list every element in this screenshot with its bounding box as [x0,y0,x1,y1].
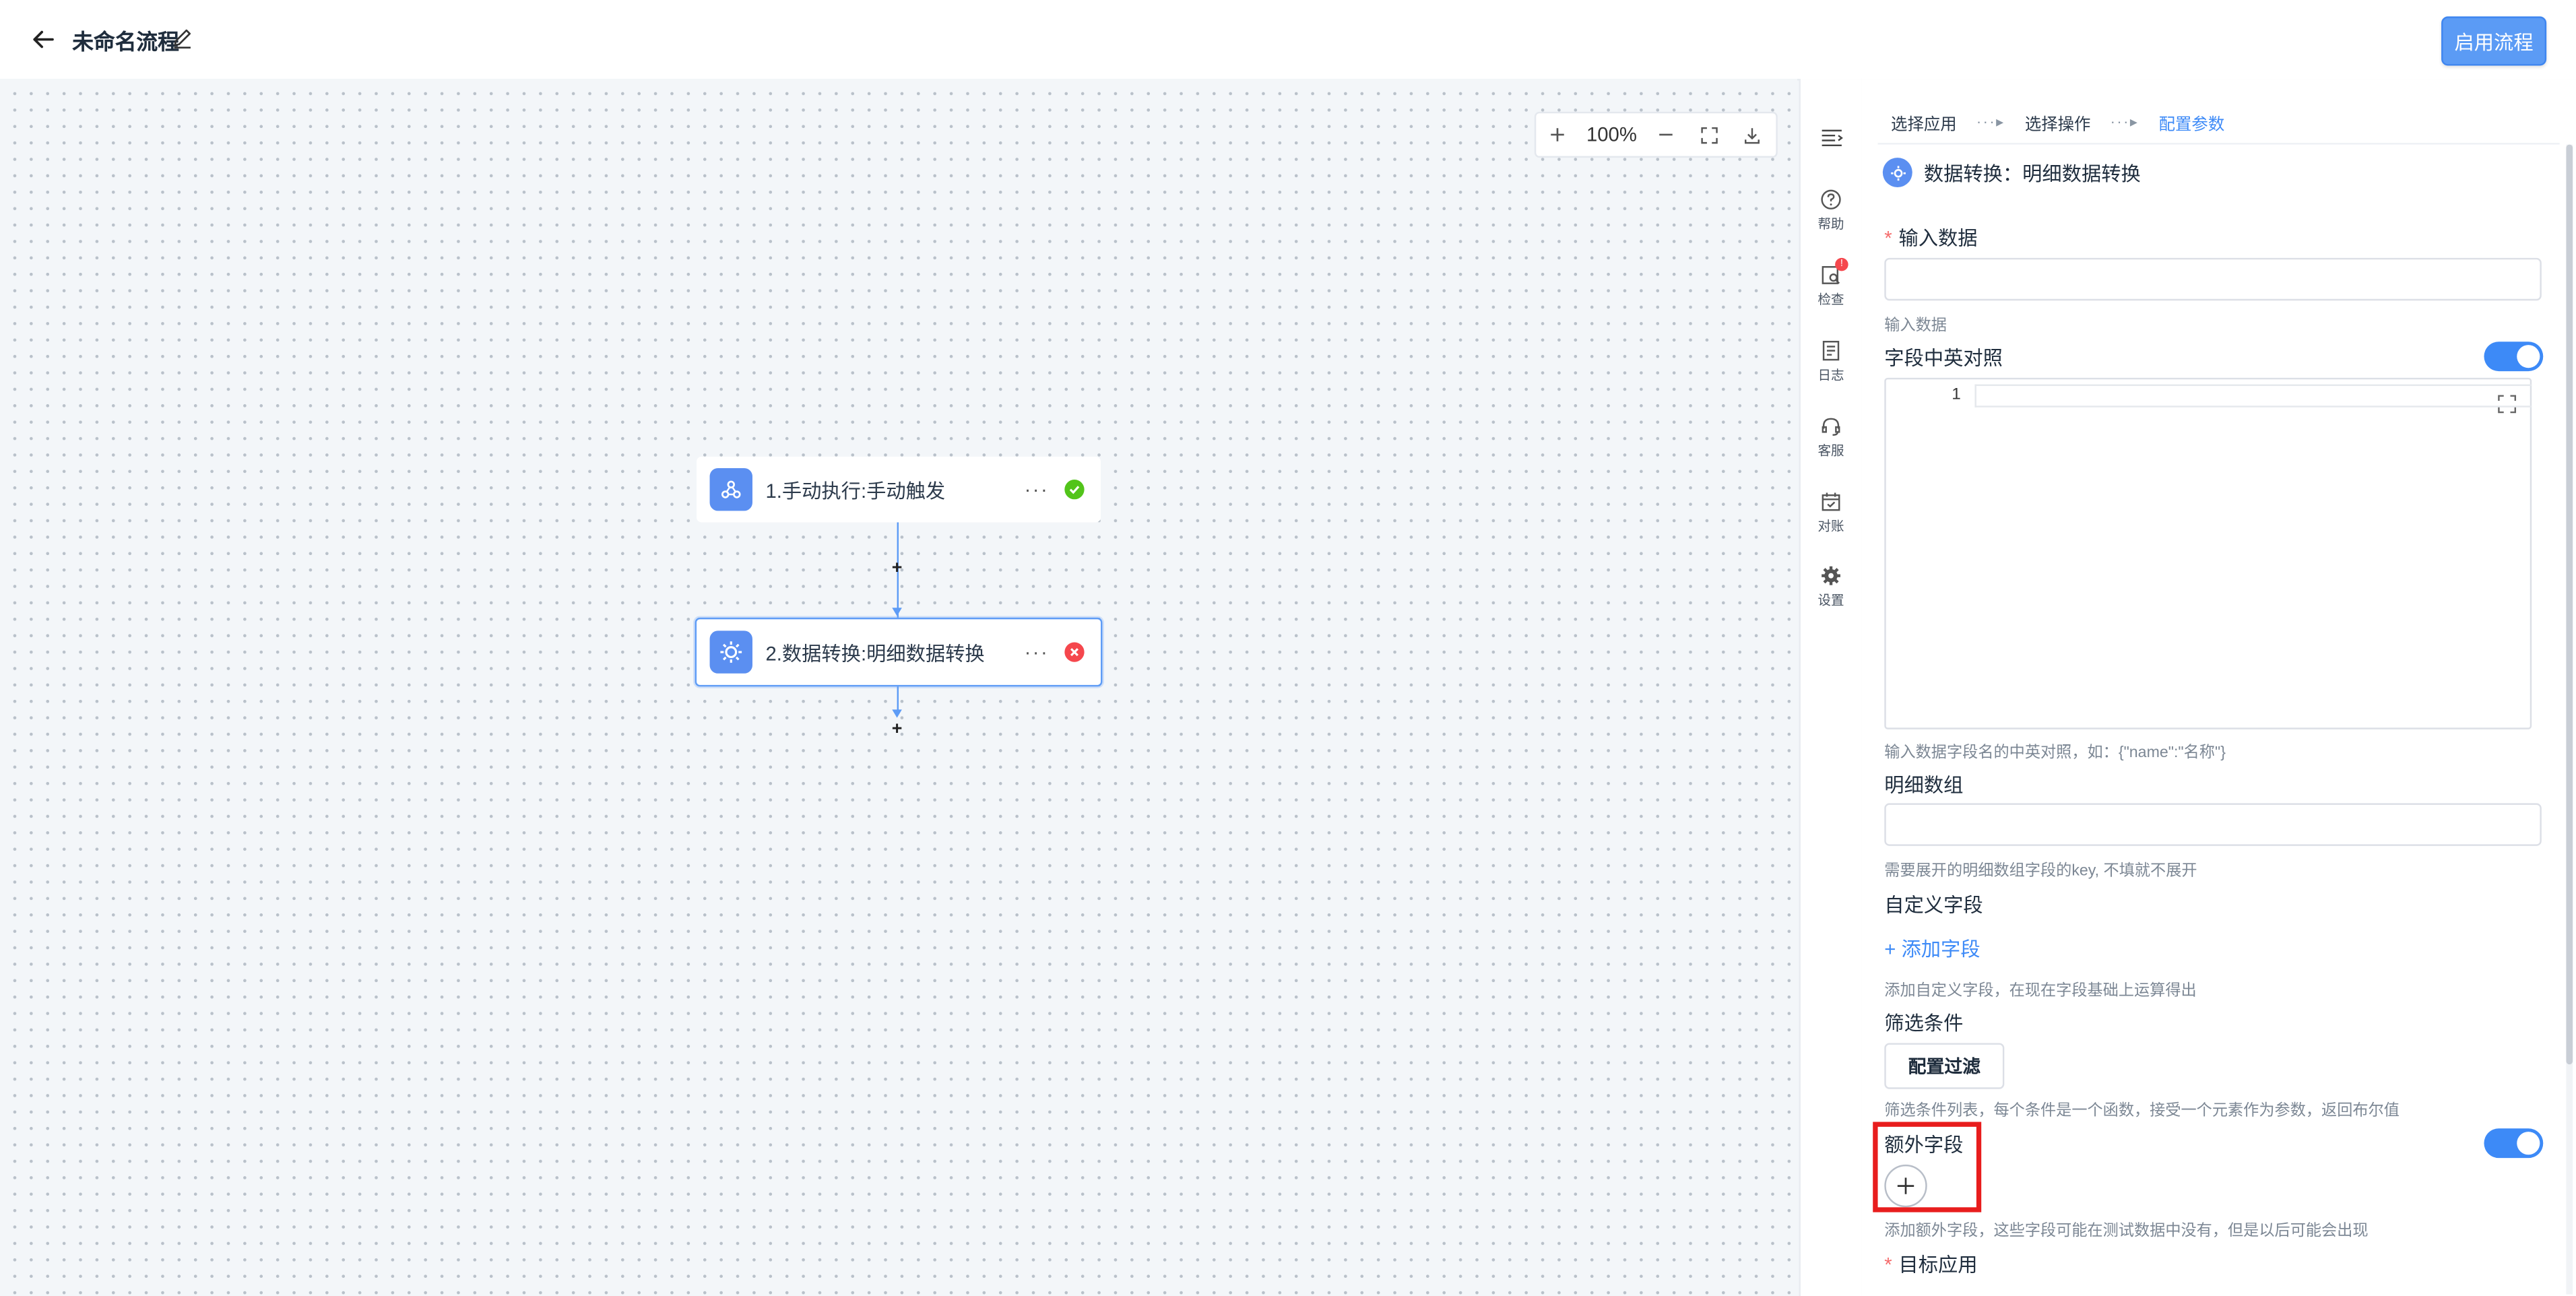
app-root: 未命名流程 启用流程 100% 1.手动执行:手动触发 ··· + 2.数据转换… [0,0,2576,1296]
top-header: 未命名流程 启用流程 [0,0,2576,79]
side-toolbar: 帮助 ! 检查 日志 客服 对账 设置 [1799,79,1862,1296]
edit-icon[interactable] [171,26,194,49]
gear-transform-icon [709,630,752,674]
log-icon [1822,340,1840,361]
filter-hint: 筛选条件列表，每个条件是一个函数，接受一个元素作为参数，返回布尔值 [1884,1102,2400,1121]
flow-canvas[interactable]: 100% 1.手动执行:手动触发 ··· + 2.数据转换:明细数据转换 ···… [0,79,1798,1296]
download-icon [1743,127,1759,143]
flow-node-data-transform[interactable]: 2.数据转换:明细数据转换 ··· [695,617,1103,687]
zoom-level: 100% [1586,123,1637,147]
plus-icon [1897,1177,1914,1194]
extra-fields-toggle[interactable] [2484,1128,2544,1159]
settings-label: 设置 [1817,593,1844,608]
line-number: 1 [1952,386,1961,404]
node-label: 1.手动执行:手动触发 [765,478,946,502]
input-data-field[interactable] [1884,257,2542,301]
add-node-plus-icon[interactable]: + [889,720,905,738]
target-app-label: * 目标应用 [1884,1253,1978,1276]
webhook-icon [709,467,752,511]
gear-icon [1822,566,1840,585]
toggle-panel-button[interactable] [1801,128,1861,148]
settings-button[interactable]: 设置 [1801,565,1861,610]
error-x-icon [1064,642,1085,662]
support-button[interactable]: 客服 [1801,416,1861,460]
flow-title: 未命名流程 [72,29,179,55]
calendar-check-icon [1822,492,1840,511]
enable-flow-button[interactable]: 启用流程 [2441,16,2547,66]
download-button[interactable] [1730,113,1772,156]
fullscreen-icon [1700,126,1717,143]
check-button[interactable]: ! 检查 [1801,257,1861,309]
minus-icon [1659,133,1673,136]
flow-node-trigger[interactable]: 1.手动执行:手动触发 ··· [697,456,1101,523]
operation-title: 数据转换：明细数据转换 [1882,158,2141,187]
required-asterisk: * [1884,226,1892,250]
divider [1877,143,2560,145]
node-more-button[interactable]: ··· [1022,641,1052,663]
step-separator: ···▸ [2110,113,2139,130]
add-node-plus-icon[interactable]: + [889,559,905,577]
field-mapping-label: 字段中英对照 [1884,346,2003,370]
step-select-operation[interactable]: 选择操作 [2025,110,2091,135]
filter-label: 筛选条件 [1884,1012,1964,1035]
log-label: 日志 [1817,368,1844,383]
custom-fields-label: 自定义字段 [1884,893,1983,917]
operation-title-text: 数据转换：明细数据转换 [1923,162,2141,185]
field-mapping-hint: 输入数据字段名的中英对照，如：{"name":"名称"} [1884,744,2226,763]
config-panel: 选择应用 ···▸ 选择操作 ···▸ 配置参数 数据转换：明细数据转换 * 输入… [1861,79,2576,1296]
help-button[interactable]: 帮助 [1801,189,1861,233]
menu-collapse-icon [1821,129,1842,147]
scrollbar-thumb[interactable] [2566,144,2573,1065]
success-check-icon [1064,480,1085,500]
field-mapping-toggle[interactable] [2484,342,2544,372]
connector-arrow [892,608,902,616]
log-button[interactable]: 日志 [1801,340,1861,385]
step-select-app[interactable]: 选择应用 [1891,110,1957,135]
zoom-toolbar: 100% [1534,111,1778,158]
plus-icon [1551,128,1564,141]
code-line-input[interactable] [1974,384,2532,408]
check-badge: ! [1835,257,1848,271]
headset-icon [1822,418,1840,436]
expand-icon[interactable] [2497,394,2517,414]
step-separator: ···▸ [1976,113,2005,130]
fit-screen-button[interactable] [1687,113,1730,156]
extra-fields-label: 额外字段 [1884,1133,1964,1157]
detail-array-hint: 需要展开的明细数组字段的key, 不填就不展开 [1884,862,2197,881]
zoom-in-button[interactable] [1536,113,1578,156]
connector-arrow [892,709,902,718]
reconcile-button[interactable]: 对账 [1801,491,1861,536]
reconcile-label: 对账 [1817,519,1844,534]
configure-filter-button[interactable]: 配置过滤 [1884,1043,2005,1089]
support-label: 客服 [1817,443,1844,459]
input-data-hint: 输入数据 [1884,317,1947,335]
input-data-label: * 输入数据 [1884,226,1978,250]
detail-array-field[interactable] [1884,803,2542,846]
custom-fields-hint: 添加自定义字段，在现在字段基础上运算得出 [1884,982,2197,1001]
help-icon [1821,189,1841,209]
back-arrow-icon[interactable] [26,23,59,56]
add-extra-field-button[interactable] [1884,1164,1927,1208]
field-mapping-code-editor[interactable]: 1 [1884,377,2532,730]
zoom-out-button[interactable] [1644,113,1687,156]
step-configure-params[interactable]: 配置参数 [2159,110,2225,135]
help-label: 帮助 [1817,216,1844,232]
step-breadcrumb: 选择应用 ···▸ 选择操作 ···▸ 配置参数 [1891,110,2224,135]
add-field-link[interactable]: + 添加字段 [1884,935,1980,963]
extra-fields-hint: 添加额外字段，这些字段可能在测试数据中没有，但是以后可能会出现 [1884,1222,2369,1241]
gear-transform-icon [1882,158,1912,187]
node-more-button[interactable]: ··· [1022,478,1052,501]
check-label: 检查 [1817,292,1844,307]
detail-array-label: 明细数组 [1884,773,1964,797]
required-asterisk: * [1884,1253,1892,1276]
node-label: 2.数据转换:明细数据转换 [765,641,985,665]
